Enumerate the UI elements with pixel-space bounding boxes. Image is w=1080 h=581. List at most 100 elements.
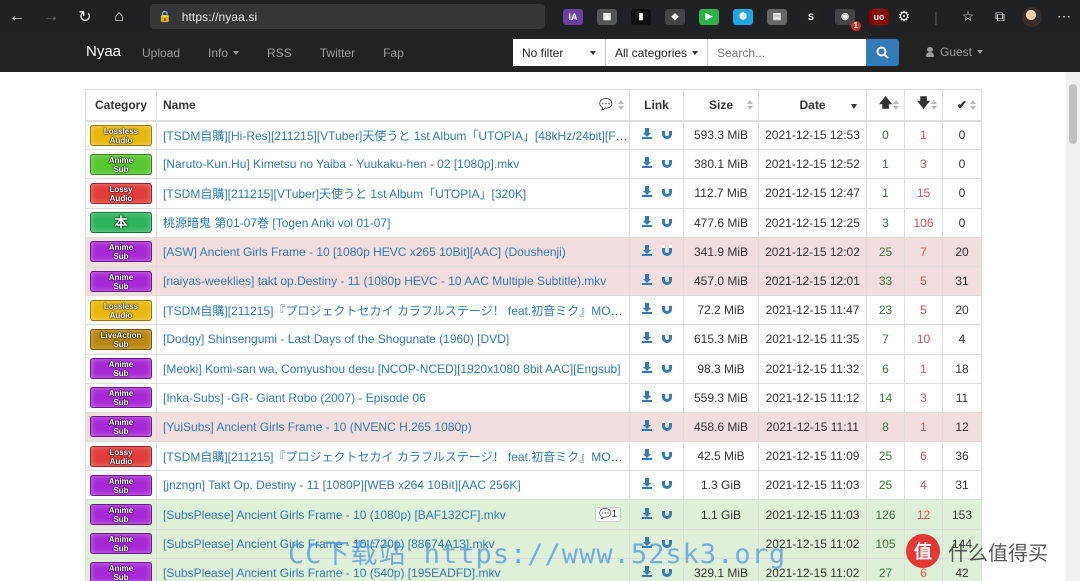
more-icon[interactable]: ⋯ — [1048, 0, 1080, 33]
page-scrollbar[interactable] — [1066, 72, 1080, 581]
download-icon[interactable] — [641, 507, 652, 519]
download-icon[interactable] — [641, 536, 652, 548]
torrent-link[interactable]: [TSDM自購][211215]『プロジェクトセカイ カラフルステージ！ fea… — [163, 450, 629, 464]
header-completed[interactable]: ✔ — [942, 89, 982, 122]
magnet-icon[interactable] — [661, 128, 672, 140]
header-seeders[interactable]: 🡅 — [866, 89, 905, 122]
download-icon[interactable] — [641, 565, 652, 577]
torrent-link[interactable]: [YuiSubs] Ancient Girls Frame - 10 (NVEN… — [163, 420, 472, 434]
magnet-icon[interactable] — [661, 390, 672, 402]
magnet-icon[interactable] — [661, 565, 672, 577]
torrent-link[interactable]: [Naruto-Kun.Hu] Kimetsu no Yaiba - Yuuka… — [163, 157, 519, 171]
shield-extension-icon[interactable]: ◆ — [665, 8, 685, 25]
home-icon[interactable]: ⌂ — [102, 0, 136, 33]
search-input[interactable] — [708, 39, 866, 66]
header-size[interactable]: Size — [683, 89, 759, 122]
download-icon[interactable] — [641, 332, 652, 344]
reload-icon[interactable]: ↻ — [68, 0, 102, 33]
torrent-link[interactable]: [jnzngn] Takt Op. Destiny - 11 [1080P][W… — [163, 478, 521, 492]
pages-extension-icon[interactable]: ▦ — [597, 8, 617, 25]
nav-upload[interactable]: Upload — [128, 46, 194, 60]
magnet-icon[interactable] — [661, 274, 672, 286]
download-icon[interactable] — [641, 157, 652, 169]
copy-extension-icon[interactable]: ▤ — [767, 8, 787, 25]
download-icon[interactable] — [641, 303, 652, 315]
hex-extension-icon[interactable]: ⬢ — [733, 8, 753, 25]
magnet-icon[interactable] — [661, 157, 672, 169]
site-brand[interactable]: Nyaa — [86, 43, 121, 60]
header-date[interactable]: Date — [758, 89, 867, 122]
category-badge[interactable]: Anime Sub — [90, 504, 152, 526]
category-badge[interactable]: Anime Sub — [90, 270, 152, 292]
filter-select[interactable]: No filter — [513, 39, 606, 66]
magnet-icon[interactable] — [661, 332, 672, 344]
category-select[interactable]: All categories — [606, 39, 708, 66]
category-badge[interactable]: Anime Sub — [90, 474, 152, 496]
category-badge[interactable]: Lossy Audio — [90, 182, 152, 204]
category-badge[interactable]: Anime Sub — [90, 358, 152, 380]
magnet-icon[interactable] — [661, 507, 672, 519]
category-badge[interactable]: Anime Sub — [90, 241, 152, 263]
magnet-icon[interactable] — [661, 186, 672, 198]
category-badge[interactable]: Anime Sub — [90, 153, 152, 175]
torrent-link[interactable]: [TSDM自購][211215]『プロジェクトセカイ カラフルステージ！ fea… — [163, 304, 629, 318]
collections-icon[interactable]: ⧉ — [984, 0, 1016, 33]
magnet-icon[interactable] — [661, 449, 672, 461]
category-badge[interactable]: Lossless Audio — [90, 124, 152, 146]
torrent-link[interactable]: [SubsPlease] Ancient Girls Frame - 10 (1… — [163, 508, 506, 522]
favorites-icon[interactable]: ☆ — [952, 0, 984, 33]
puzzle-icon[interactable]: ⚙ — [888, 0, 920, 33]
category-badge[interactable]: Anime Sub — [90, 533, 152, 555]
download-icon[interactable] — [641, 361, 652, 373]
nav-twitter[interactable]: Twitter — [306, 46, 369, 60]
header-category[interactable]: Category — [85, 89, 157, 122]
nav-rss[interactable]: RSS — [253, 46, 306, 60]
magnet-icon[interactable] — [661, 215, 672, 227]
category-badge[interactable]: Anime Sub — [90, 387, 152, 409]
torrent-link[interactable]: [SubsPlease] Ancient Girls Frame - 10 (5… — [163, 566, 500, 580]
magnet-icon[interactable] — [661, 419, 672, 431]
torrent-link[interactable]: [naiyas-weeklies] takt op.Destiny - 11 (… — [163, 274, 606, 288]
reader-extension-icon[interactable]: ▮ — [631, 8, 651, 25]
download-icon[interactable] — [641, 274, 652, 286]
category-badge[interactable]: 本 — [90, 212, 152, 234]
download-icon[interactable] — [641, 419, 652, 431]
download-icon[interactable] — [641, 478, 652, 490]
header-leechers[interactable]: 🡇 — [904, 89, 943, 122]
feedly-extension-icon[interactable]: ▶ — [699, 8, 719, 25]
download-icon[interactable] — [641, 244, 652, 256]
torrent-link[interactable]: [ASW] Ancient Girls Frame - 10 [1080p HE… — [163, 245, 566, 259]
nav-fap[interactable]: Fap — [369, 46, 418, 60]
badge-extension-icon[interactable]: ◉ 1 — [835, 8, 861, 31]
comments-badge[interactable]: 💬1 — [594, 507, 621, 523]
category-badge[interactable]: LiveAction Sub — [90, 328, 152, 350]
download-icon[interactable] — [641, 186, 652, 198]
torrent-link[interactable]: [Inka-Subs] -GR- Giant Robo (2007) - Epi… — [163, 391, 426, 405]
back-icon[interactable]: ← — [0, 0, 34, 33]
torrent-link[interactable]: [TSDM自購][211215][VTuber]天使うと 1st Album「U… — [163, 187, 526, 201]
header-name[interactable]: Name 💬 — [156, 89, 630, 122]
search-button[interactable] — [866, 39, 899, 66]
download-icon[interactable] — [641, 390, 652, 402]
magnet-icon[interactable] — [661, 478, 672, 490]
download-icon[interactable] — [641, 449, 652, 461]
torrent-link[interactable]: [TSDM自購][Hi-Res][211215][VTuber]天使うと 1st… — [163, 129, 629, 143]
ia-extension-icon[interactable]: IA — [563, 8, 583, 25]
forward-icon[interactable]: → — [34, 0, 68, 33]
torrent-link[interactable]: 桃源暗鬼 第01-07巻 [Togen Anki vol 01-07] — [163, 216, 390, 230]
magnet-icon[interactable] — [661, 361, 672, 373]
magnet-icon[interactable] — [661, 244, 672, 256]
s-extension-icon[interactable]: S — [801, 8, 821, 25]
torrent-link[interactable]: [Meoki] Komi-san wa, Comyushou desu [NCO… — [163, 362, 621, 376]
profile-avatar[interactable] — [1016, 0, 1048, 33]
torrent-link[interactable]: [Dodgy] Shinsengumi - Last Days of the S… — [163, 332, 509, 346]
torrent-link[interactable]: [SubsPlease] Ancient Girls Frame - 10 (7… — [163, 537, 495, 551]
ublock-extension-icon[interactable]: uo — [869, 8, 889, 25]
download-icon[interactable] — [641, 128, 652, 140]
download-icon[interactable] — [641, 215, 652, 227]
magnet-icon[interactable] — [661, 536, 672, 548]
scrollbar-thumb[interactable] — [1069, 84, 1077, 144]
nav-info[interactable]: Info — [194, 46, 253, 60]
category-badge[interactable]: Lossless Audio — [90, 299, 152, 321]
address-bar[interactable]: 🔒 https://nyaa.si — [150, 4, 545, 29]
